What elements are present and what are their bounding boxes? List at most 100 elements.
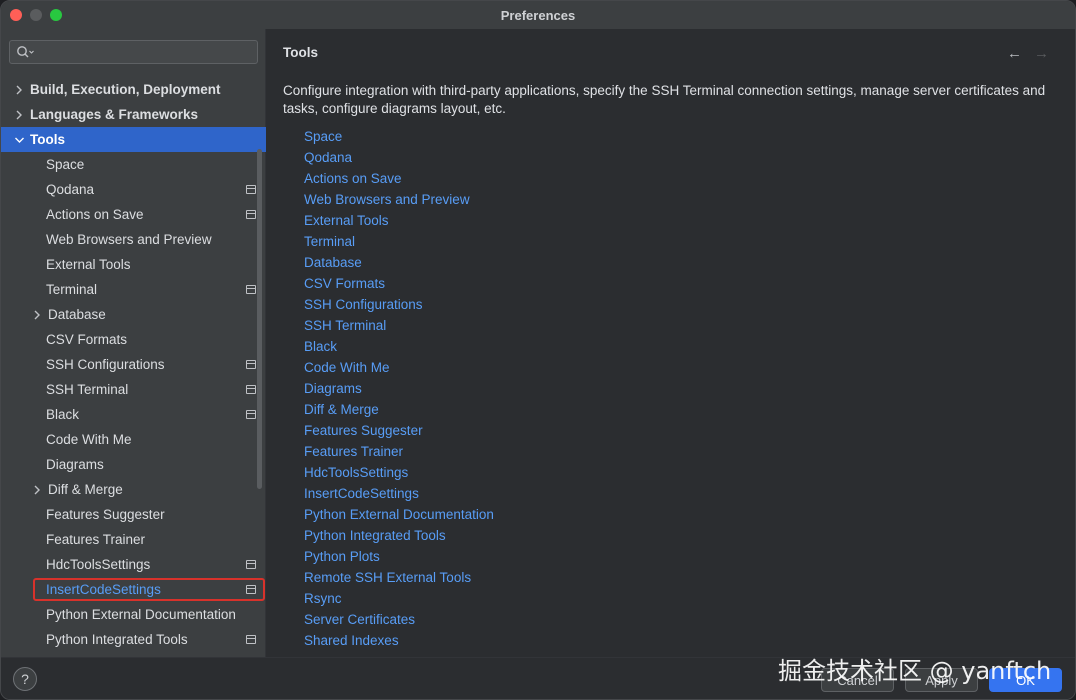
tree-item-label: Python Integrated Tools <box>46 632 188 647</box>
chevron-right-icon <box>16 110 22 119</box>
tools-link[interactable]: HdcToolsSettings <box>304 462 494 483</box>
tree-item-label: External Tools <box>46 257 131 272</box>
project-settings-icon <box>246 285 256 294</box>
tools-link[interactable]: External Tools <box>304 210 494 231</box>
tools-link[interactable]: Space <box>304 126 494 147</box>
tree-item-label: Terminal <box>46 282 98 297</box>
tree-item-label: Features Trainer <box>46 532 146 547</box>
tree-item-features-suggester[interactable]: Features Suggester <box>1 502 266 527</box>
help-button[interactable]: ? <box>13 667 37 691</box>
tools-link[interactable]: Features Trainer <box>304 441 494 462</box>
tree-item-label: Web Browsers and Preview <box>46 232 212 247</box>
tools-link[interactable]: Code With Me <box>304 357 494 378</box>
navigation-buttons: ← → <box>1007 45 1049 62</box>
tree-category-languages[interactable]: Languages & Frameworks <box>1 102 266 127</box>
tools-link[interactable]: Terminal <box>304 231 494 252</box>
page-title: Tools <box>283 45 318 60</box>
tree-item-label: Black <box>46 407 80 422</box>
search-box[interactable] <box>9 40 258 64</box>
tools-link[interactable]: Black <box>304 336 494 357</box>
tree-item-web-browsers[interactable]: Web Browsers and Preview <box>1 227 266 252</box>
tools-link[interactable]: SSH Terminal <box>304 315 494 336</box>
chevron-down-icon <box>15 137 24 143</box>
tools-link[interactable]: Python External Documentation <box>304 504 494 525</box>
tree-item-label: Qodana <box>46 182 95 197</box>
tree-item-hdctoolssettings[interactable]: HdcToolsSettings <box>1 552 266 577</box>
tree-item-label: Diagrams <box>46 457 104 472</box>
project-settings-icon <box>246 185 256 194</box>
tree-category-build[interactable]: Build, Execution, Deployment <box>1 77 266 102</box>
tools-link[interactable]: Web Browsers and Preview <box>304 189 494 210</box>
tools-link[interactable]: Remote SSH External Tools <box>304 567 494 588</box>
tree-item-label: Python External Documentation <box>46 607 236 622</box>
project-settings-icon <box>246 585 256 594</box>
window-title: Preferences <box>500 7 576 23</box>
tree-item-python-external-docs[interactable]: Python External Documentation <box>1 602 266 627</box>
tree-item-space[interactable]: Space <box>1 152 266 177</box>
project-settings-icon <box>246 560 256 569</box>
tree-item-diagrams[interactable]: Diagrams <box>1 452 266 477</box>
tree-item-label: SSH Configurations <box>46 357 165 372</box>
close-window-button[interactable] <box>10 9 22 21</box>
tree-category-label: Tools <box>30 132 65 147</box>
minimize-window-button[interactable] <box>30 9 42 21</box>
tools-link[interactable]: Rsync <box>304 588 494 609</box>
tree-item-actions-on-save[interactable]: Actions on Save <box>1 202 266 227</box>
project-settings-icon <box>246 360 256 369</box>
tree-item-label: Code With Me <box>46 432 132 447</box>
chevron-right-icon <box>16 85 22 94</box>
window-controls <box>10 9 62 21</box>
project-settings-icon <box>246 210 256 219</box>
arrow-right-icon[interactable]: → <box>1034 45 1049 62</box>
tools-links-list: Space Qodana Actions on Save Web Browsers a… <box>304 126 494 651</box>
settings-sidebar: Build, Execution, Deployment Languages &… <box>1 29 266 657</box>
settings-content: Tools ← → Configure integration with thi… <box>267 29 1075 657</box>
search-input[interactable] <box>38 44 248 60</box>
arrow-left-icon[interactable]: ← <box>1007 45 1022 62</box>
tree-item-label: Diff & Merge <box>48 482 123 497</box>
tree-item-label: SSH Terminal <box>46 382 129 397</box>
tree-item-label: CSV Formats <box>46 332 128 347</box>
tools-link[interactable]: Server Certificates <box>304 609 494 630</box>
preferences-window: Preferences Build, Execution, Deployment… <box>0 0 1076 700</box>
tree-item-database[interactable]: Database <box>1 302 266 327</box>
tools-link[interactable]: Python Plots <box>304 546 494 567</box>
tools-link[interactable]: Python Integrated Tools <box>304 525 494 546</box>
tools-link[interactable]: Actions on Save <box>304 168 494 189</box>
tools-link[interactable]: Database <box>304 252 494 273</box>
tree-item-label: HdcToolsSettings <box>46 557 151 572</box>
tree-item-label: Space <box>46 157 85 172</box>
tree-item-qodana[interactable]: Qodana <box>1 177 266 202</box>
tree-item-black[interactable]: Black <box>1 402 266 427</box>
tree-item-features-trainer[interactable]: Features Trainer <box>1 527 266 552</box>
tools-link[interactable]: Shared Indexes <box>304 630 494 651</box>
sidebar-scrollbar[interactable] <box>257 149 262 489</box>
highlight-box <box>33 578 265 601</box>
tree-item-ssh-configurations[interactable]: SSH Configurations <box>1 352 266 377</box>
chevron-right-icon <box>34 485 40 494</box>
tools-link[interactable]: InsertCodeSettings <box>304 483 494 504</box>
tree-item-code-with-me[interactable]: Code With Me <box>1 427 266 452</box>
zoom-window-button[interactable] <box>50 9 62 21</box>
tools-link[interactable]: CSV Formats <box>304 273 494 294</box>
search-icon <box>17 46 34 58</box>
tools-link[interactable]: Diagrams <box>304 378 494 399</box>
tree-item-label: Database <box>48 307 106 322</box>
tools-link[interactable]: SSH Configurations <box>304 294 494 315</box>
tree-item-ssh-terminal[interactable]: SSH Terminal <box>1 377 266 402</box>
tree-category-label: Languages & Frameworks <box>30 107 199 122</box>
page-description: Configure integration with third-party a… <box>283 83 1046 116</box>
tree-item-csv-formats[interactable]: CSV Formats <box>1 327 266 352</box>
tools-link[interactable]: Features Suggester <box>304 420 494 441</box>
project-settings-icon <box>246 410 256 419</box>
tree-category-label: Build, Execution, Deployment <box>30 82 221 97</box>
tree-item-diff-merge[interactable]: Diff & Merge <box>1 477 266 502</box>
watermark: 掘金技术社区 @ yanftch <box>778 657 1052 685</box>
tree-item-terminal[interactable]: Terminal <box>1 277 266 302</box>
tree-category-tools[interactable]: Tools <box>1 127 266 152</box>
tree-item-python-integrated-tools[interactable]: Python Integrated Tools <box>1 627 266 652</box>
tree-item-insertcodesettings[interactable]: InsertCodeSettings <box>1 577 266 602</box>
tools-link[interactable]: Diff & Merge <box>304 399 494 420</box>
tools-link[interactable]: Qodana <box>304 147 494 168</box>
tree-item-external-tools[interactable]: External Tools <box>1 252 266 277</box>
